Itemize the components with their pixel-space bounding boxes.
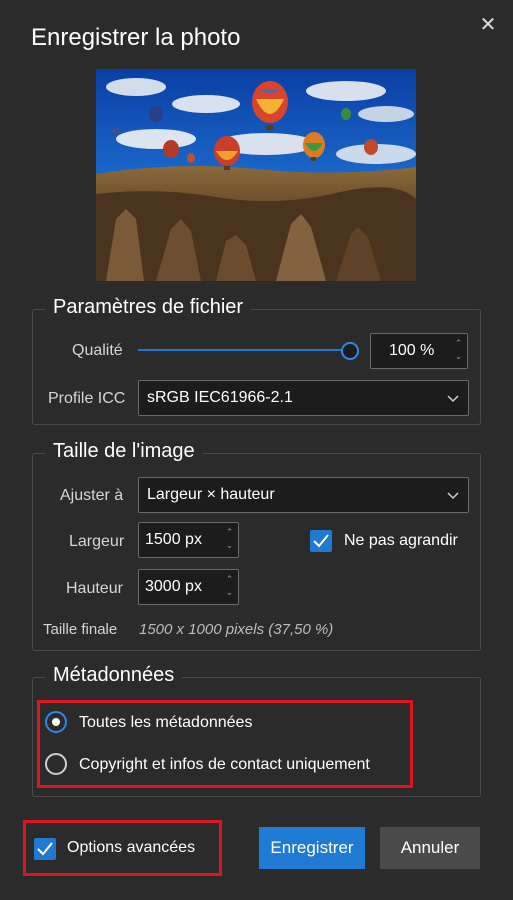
checkmark-icon (313, 534, 329, 548)
quality-input[interactable]: 100 % ⌃ ⌄ (370, 333, 468, 369)
metadata-legend: Métadonnées (45, 664, 183, 687)
quality-value: 100 % (389, 342, 435, 359)
fit-to-label: Ajuster à (60, 487, 124, 504)
quality-slider-thumb[interactable] (341, 342, 359, 360)
spin-up-icon[interactable]: ⌃ (453, 337, 464, 350)
width-input[interactable]: 1500 px ⌃ ⌄ (138, 522, 239, 558)
fit-to-select[interactable]: Largeur × hauteur (138, 477, 469, 513)
all-metadata-label[interactable]: Toutes les métadonnées (79, 714, 252, 732)
photo-preview (96, 69, 416, 281)
checkmark-icon (37, 842, 53, 856)
radio-copyright-only[interactable] (45, 753, 67, 775)
height-stepper[interactable]: ⌃ ⌄ (224, 573, 235, 599)
width-value: 1500 px (145, 531, 202, 548)
spin-down-icon[interactable]: ⌄ (224, 586, 235, 599)
spin-up-icon[interactable]: ⌃ (224, 526, 235, 539)
cancel-button[interactable]: Annuler (380, 827, 480, 869)
chevron-down-icon (447, 395, 459, 403)
no-enlarge-checkbox[interactable] (310, 530, 332, 552)
image-size-legend: Taille de l'image (45, 440, 203, 463)
icc-profile-value: sRGB IEC61966-2.1 (147, 389, 293, 406)
quality-stepper[interactable]: ⌃ ⌄ (453, 337, 464, 363)
width-label: Largeur (69, 533, 125, 550)
spin-up-icon[interactable]: ⌃ (224, 573, 235, 586)
height-value: 3000 px (145, 578, 202, 595)
save-button[interactable]: Enregistrer (259, 827, 365, 869)
fit-to-value: Largeur × hauteur (147, 486, 275, 503)
dialog-title: Enregistrer la photo (31, 24, 241, 51)
radio-all-metadata[interactable] (45, 711, 67, 733)
final-size-value: 1500 x 1000 pixels (37,50 %) (139, 621, 334, 638)
spin-down-icon[interactable]: ⌄ (453, 350, 464, 363)
close-icon[interactable]: ✕ (478, 14, 498, 36)
height-input[interactable]: 3000 px ⌃ ⌄ (138, 569, 239, 605)
chevron-down-icon (447, 492, 459, 500)
height-label: Hauteur (66, 580, 123, 597)
no-enlarge-label[interactable]: Ne pas agrandir (344, 532, 458, 550)
width-stepper[interactable]: ⌃ ⌄ (224, 526, 235, 552)
advanced-options-checkbox[interactable] (34, 838, 56, 860)
final-size-label: Taille finale (43, 621, 118, 638)
icc-profile-select[interactable]: sRGB IEC61966-2.1 (138, 380, 469, 416)
quality-label: Qualité (72, 342, 123, 359)
quality-slider-track[interactable] (138, 349, 344, 351)
icc-profile-label: Profile ICC (48, 390, 126, 407)
copyright-only-label[interactable]: Copyright et infos de contact uniquement (79, 756, 370, 774)
file-settings-legend: Paramètres de fichier (45, 296, 252, 319)
spin-down-icon[interactable]: ⌄ (224, 539, 235, 552)
advanced-options-label[interactable]: Options avancées (67, 839, 195, 857)
save-photo-dialog: Enregistrer la photo ✕ Paramètres de fic… (0, 0, 513, 900)
